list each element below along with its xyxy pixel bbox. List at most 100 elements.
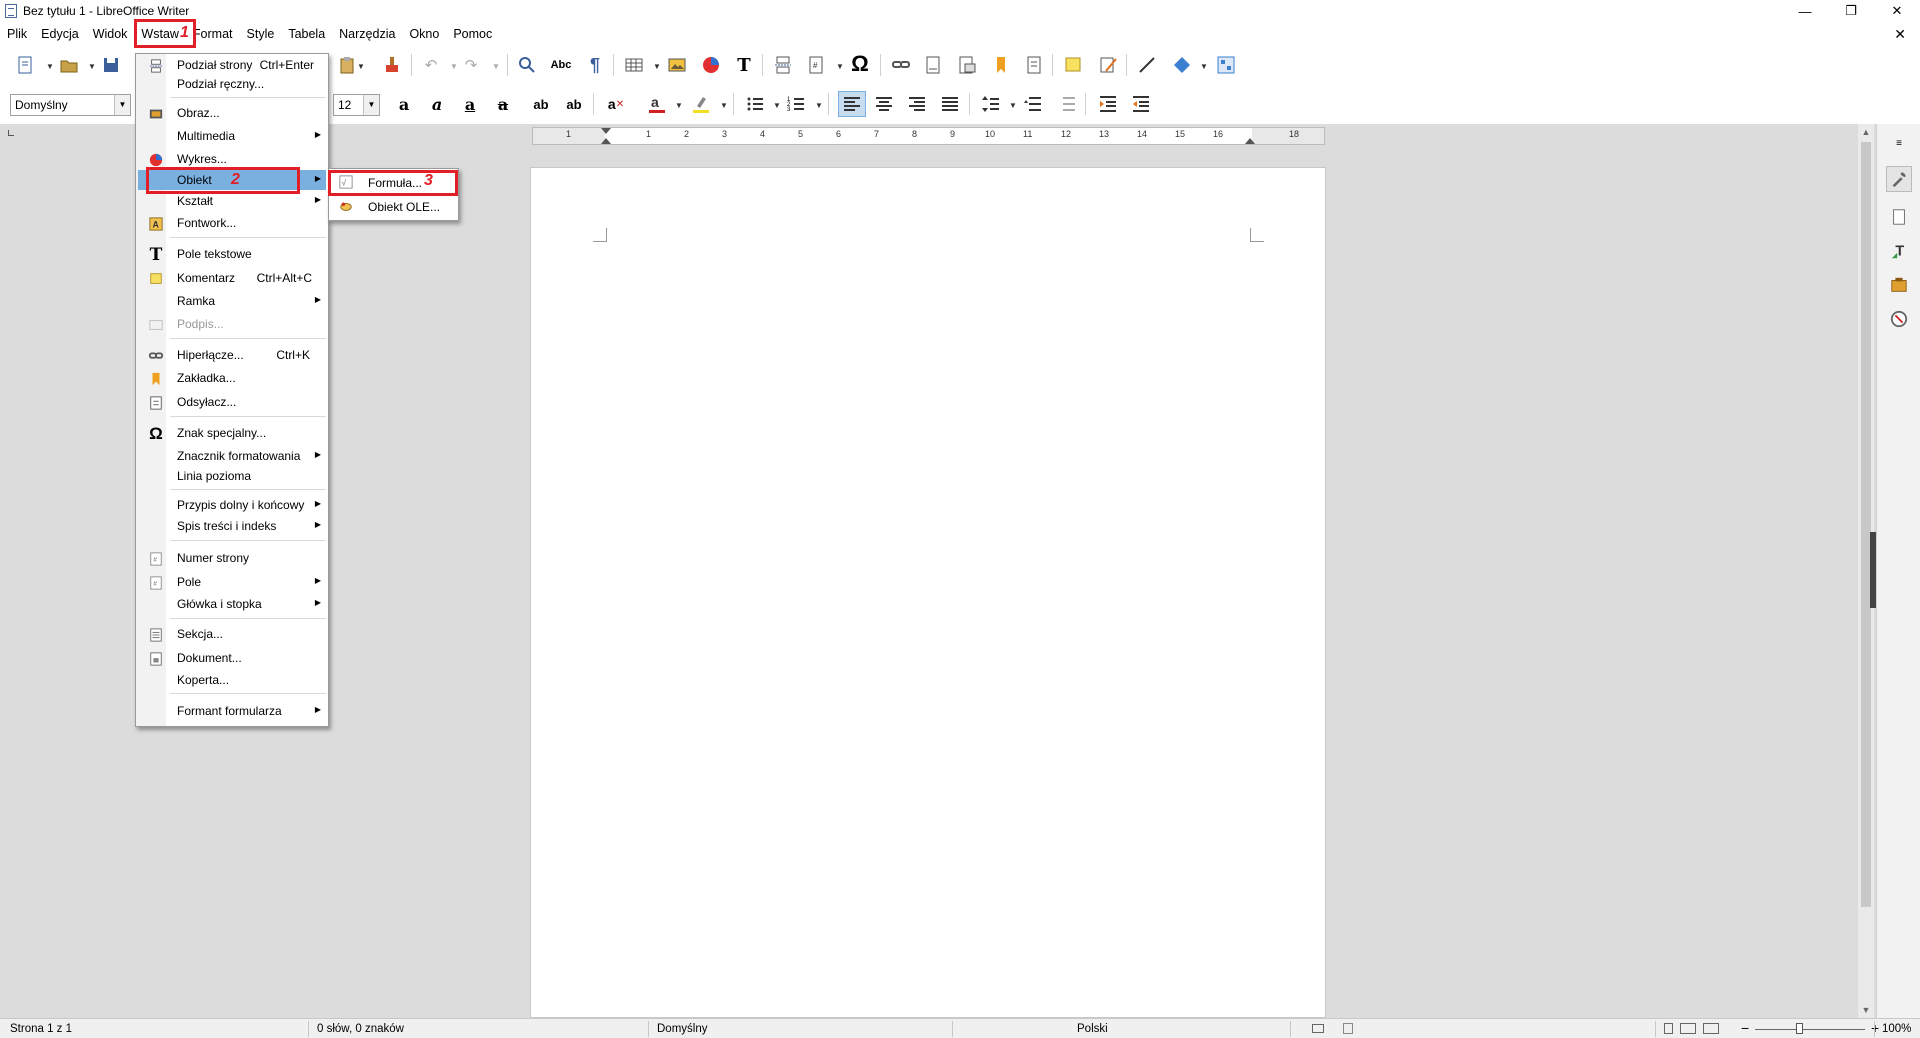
document-page[interactable] — [530, 167, 1326, 1018]
clear-formatting-icon[interactable]: a ✕ — [605, 93, 627, 115]
menu-item-shape[interactable]: Kształt ▶ — [138, 191, 326, 211]
indent-marker[interactable] — [601, 138, 611, 144]
spellcheck-icon[interactable]: Abc — [550, 54, 572, 76]
menu-item-cross-reference[interactable]: Odsyłacz... — [138, 392, 326, 412]
strikethrough-icon[interactable]: a — [492, 93, 514, 115]
menu-item-multimedia[interactable]: Multimedia ▶ — [138, 126, 326, 146]
underline-icon[interactable]: a — [459, 93, 481, 115]
tab-stop-selector[interactable] — [8, 130, 14, 136]
zoom-level[interactable]: 100% — [1882, 1023, 1911, 1035]
draw-functions-icon[interactable] — [1215, 54, 1237, 76]
menu-item-page-number[interactable]: # Numer strony — [138, 548, 326, 568]
menu-item-bookmark[interactable]: Zakładka... — [138, 368, 326, 388]
language[interactable]: Polski — [1077, 1023, 1108, 1035]
insert-line-icon[interactable] — [1136, 54, 1158, 76]
insert-field-icon[interactable]: # — [805, 54, 827, 76]
close-window-button[interactable]: ✕ — [1874, 0, 1920, 22]
redo-icon[interactable]: ↷ — [460, 54, 482, 76]
clone-formatting-icon[interactable] — [381, 54, 403, 76]
hyperlink-icon[interactable] — [890, 54, 912, 76]
menu-okno[interactable]: Okno — [402, 22, 446, 46]
indent-marker[interactable] — [601, 128, 611, 134]
page-style[interactable]: Domyślny — [657, 1023, 707, 1035]
menu-plik[interactable]: Plik — [0, 22, 34, 46]
zoom-slider[interactable] — [1755, 1029, 1865, 1030]
special-character-icon[interactable]: Ω — [849, 51, 871, 76]
chevron-down-icon[interactable]: ▼ — [114, 95, 130, 115]
scrollbar-thumb[interactable] — [1861, 142, 1871, 907]
menu-item-formatting-mark[interactable]: Znacznik formatowania ▶ — [138, 446, 326, 466]
track-changes-icon[interactable] — [1097, 54, 1119, 76]
insert-comment-icon[interactable] — [1062, 54, 1084, 76]
open-folder-icon[interactable] — [58, 54, 80, 76]
increase-indent-icon[interactable] — [1097, 93, 1119, 115]
menu-item-hyperlink[interactable]: Hiperłącze... Ctrl+K — [138, 345, 326, 365]
justify-icon[interactable] — [939, 93, 961, 115]
menu-item-field[interactable]: # Pole ▶ — [138, 572, 326, 592]
styles-icon[interactable]: T — [1886, 238, 1912, 264]
menu-item-envelope[interactable]: Koperta... — [138, 670, 326, 690]
menu-item-horizontal-line[interactable]: Linia pozioma — [138, 466, 326, 486]
decrease-paragraph-spacing-icon[interactable] — [1056, 93, 1078, 115]
menu-item-special-character[interactable]: Ω Znak specjalny... — [138, 423, 326, 443]
menu-item-toc-index[interactable]: Spis treści i indeks ▶ — [138, 516, 326, 536]
menu-item-comment[interactable]: Komentarz Ctrl+Alt+C — [138, 268, 326, 288]
insert-page-break-icon[interactable] — [772, 54, 794, 76]
horizontal-ruler[interactable]: 1 1 2 3 4 5 6 7 8 9 10 11 12 13 14 15 16… — [532, 127, 1325, 145]
save-icon[interactable] — [100, 54, 122, 76]
right-indent-marker[interactable] — [1245, 138, 1255, 144]
insert-textbox-icon[interactable]: T — [733, 54, 755, 76]
menu-item-footnote-endnote[interactable]: Przypis dolny i końcowy ▶ — [138, 495, 326, 515]
book-view-icon[interactable] — [1703, 1023, 1719, 1034]
menu-item-form-control[interactable]: Formant formularza ▶ — [138, 701, 326, 721]
menu-pomoc[interactable]: Pomoc — [446, 22, 499, 46]
scroll-up-arrow[interactable]: ▲ — [1858, 124, 1874, 140]
superscript-icon[interactable]: ab — [530, 93, 552, 115]
multi-page-view-icon[interactable] — [1680, 1023, 1696, 1034]
font-size-select[interactable]: 12 ▼ — [333, 94, 380, 116]
undo-icon[interactable]: ↶ — [420, 54, 442, 76]
menu-item-manual-break[interactable]: Podział ręczny... — [138, 74, 326, 94]
align-left-icon[interactable] — [838, 91, 866, 117]
page-count[interactable]: Strona 1 z 1 — [10, 1023, 72, 1035]
font-color-icon[interactable]: a — [646, 93, 668, 115]
word-count[interactable]: 0 słów, 0 znaków — [317, 1023, 404, 1035]
insert-bookmark-icon[interactable] — [990, 54, 1012, 76]
scroll-down-arrow[interactable]: ▼ — [1858, 1002, 1874, 1018]
menu-item-ole-object[interactable]: Obiekt OLE... — [331, 196, 456, 218]
paragraph-style-select[interactable]: Domyślny ▼ — [10, 94, 131, 116]
highlight-color-icon[interactable] — [690, 93, 712, 115]
italic-icon[interactable]: a — [426, 93, 448, 115]
menu-style[interactable]: Style — [240, 22, 282, 46]
menu-item-fontwork[interactable]: A Fontwork... — [138, 213, 326, 233]
single-page-view-icon[interactable] — [1664, 1023, 1673, 1034]
menu-edycja[interactable]: Edycja — [34, 22, 86, 46]
menu-item-page-break[interactable]: Podział strony Ctrl+Enter — [138, 55, 326, 75]
bullet-list-icon[interactable] — [744, 93, 766, 115]
zoom-out-icon[interactable]: − — [1741, 1020, 1749, 1036]
increase-paragraph-spacing-icon[interactable] — [1022, 93, 1044, 115]
basic-shapes-icon[interactable] — [1171, 54, 1193, 76]
insert-mode-icon[interactable] — [1312, 1024, 1324, 1033]
menu-item-section[interactable]: Sekcja... — [138, 624, 326, 644]
menu-item-frame[interactable]: Ramka ▶ — [138, 291, 326, 311]
align-center-icon[interactable] — [873, 93, 895, 115]
menu-item-chart[interactable]: Wykres... — [138, 149, 326, 169]
formatting-marks-icon[interactable]: ¶ — [584, 54, 606, 76]
zoom-slider-handle[interactable] — [1796, 1023, 1803, 1034]
chevron-down-icon[interactable]: ▼ — [363, 95, 379, 115]
find-replace-icon[interactable] — [516, 54, 538, 76]
menu-item-header-footer[interactable]: Główka i stopka ▶ — [138, 594, 326, 614]
menu-item-caption[interactable]: Podpis... — [138, 314, 326, 334]
menu-item-image[interactable]: Obraz... — [138, 103, 326, 123]
insert-cross-reference-icon[interactable] — [1023, 54, 1045, 76]
insert-footnote-icon[interactable] — [923, 54, 945, 76]
menu-tabela[interactable]: Tabela — [281, 22, 332, 46]
document-modified-icon[interactable] — [1343, 1023, 1353, 1034]
gallery-icon[interactable] — [1886, 272, 1912, 298]
menu-item-document[interactable]: Dokument... — [138, 648, 326, 668]
sidebar-menu-icon[interactable]: ≡ — [1886, 130, 1912, 156]
insert-endnote-icon[interactable] — [956, 54, 978, 76]
decrease-indent-icon[interactable] — [1130, 93, 1152, 115]
subscript-icon[interactable]: ab — [563, 93, 585, 115]
